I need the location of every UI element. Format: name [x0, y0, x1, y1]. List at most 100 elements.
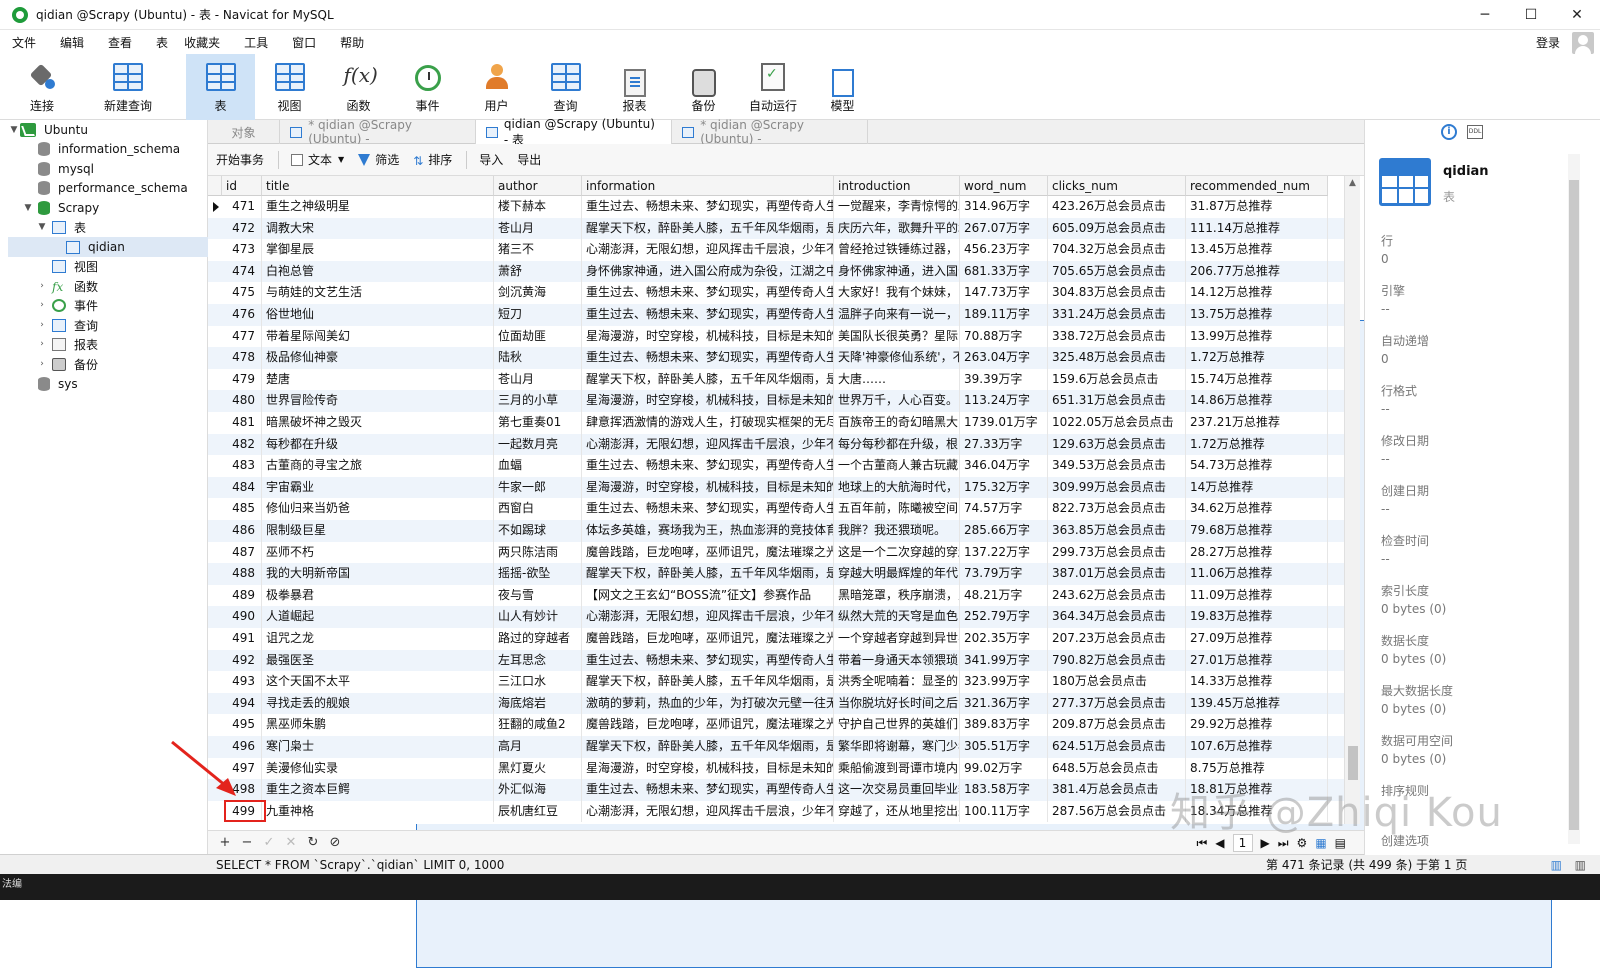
cell-clicks-num[interactable]: 822.73万总会员点击 — [1048, 498, 1186, 520]
last-page-icon[interactable]: ⏭ — [1278, 836, 1289, 851]
tree-table-qidian[interactable]: qidian — [8, 237, 208, 257]
function-button[interactable]: f(x) 函数 — [324, 54, 393, 120]
cell-title[interactable]: 重生之神级明星 — [262, 196, 494, 218]
cell-clicks-num[interactable]: 624.51万总会员点击 — [1048, 736, 1186, 758]
cell-information[interactable]: 【网文之王玄幻“BOSS流”征文】参赛作品 — [582, 584, 834, 607]
report-button[interactable]: 报表 — [600, 54, 669, 120]
cell-introduction[interactable]: 五百年前，陈曦被空间 — [834, 498, 960, 520]
menu-table[interactable]: 表 — [144, 34, 172, 51]
cell-author[interactable]: 陆秋 — [494, 347, 582, 369]
cell-information[interactable]: 魔兽践踏，巨龙咆哮，巫师诅咒，魔法璀璨之光 — [582, 541, 834, 564]
sort-button[interactable]: ⇅ 排序 — [413, 151, 452, 168]
cell-information[interactable]: 重生过去、畅想未来、梦幻现实，再塑传奇人生 — [582, 779, 834, 801]
cell-clicks-num[interactable]: 331.24万总会员点击 — [1048, 304, 1186, 326]
cell-introduction[interactable]: 百族帝王的奇幻暗黑大 — [834, 412, 960, 434]
prev-page-icon[interactable]: ◀ — [1215, 836, 1224, 850]
cell-recommended-num[interactable]: 29.92万总推荐 — [1186, 714, 1328, 736]
cell-clicks-num[interactable]: 304.83万总会员点击 — [1048, 282, 1186, 304]
table-row[interactable]: 472 调教大宋 苍山月 醒掌天下权，醉卧美人膝，五千年风华烟雨，是 庆历六年，歌舞升平… — [208, 217, 1344, 240]
add-record-button[interactable]: + — [214, 835, 236, 850]
cell-recommended-num[interactable]: 15.74万总推荐 — [1186, 368, 1328, 391]
cell-id[interactable]: 488 — [222, 563, 262, 585]
cell-word-num[interactable]: 183.58万字 — [960, 779, 1048, 801]
tree-functions[interactable]: › fx 函数 — [36, 276, 98, 296]
info-icon[interactable]: i — [1441, 124, 1457, 140]
tree-views[interactable]: 视图 — [52, 256, 98, 276]
table-row[interactable]: 492 最强医圣 左耳思念 重生过去、畅想未来、梦幻现实，再塑传奇人生 带着一身通天本领… — [208, 649, 1344, 672]
cell-clicks-num[interactable]: 129.63万总会员点击 — [1048, 433, 1186, 456]
cell-id[interactable]: 483 — [222, 455, 262, 477]
event-button[interactable]: 事件 — [393, 54, 462, 120]
cell-clicks-num[interactable]: 704.32万总会员点击 — [1048, 239, 1186, 261]
table-row[interactable]: 497 美漫修仙实录 黑灯夏火 星海漫游，时空穿梭，机械科技，目标是未知的 乘船偷渡到哥… — [208, 757, 1344, 780]
cell-title[interactable]: 极品修仙神豪 — [262, 347, 494, 369]
cell-title[interactable]: 黑巫师朱鹏 — [262, 714, 494, 736]
cell-author[interactable]: 苍山月 — [494, 368, 582, 391]
scrollbar-thumb[interactable] — [1569, 180, 1579, 830]
column-header-clicks-num[interactable]: clicks_num — [1048, 176, 1186, 196]
cell-introduction[interactable]: 带着一身通天本领猥琐的 — [834, 649, 960, 672]
cell-clicks-num[interactable]: 309.99万总会员点击 — [1048, 476, 1186, 499]
cell-recommended-num[interactable]: 28.27万总推荐 — [1186, 541, 1328, 564]
cell-recommended-num[interactable]: 111.14万总推荐 — [1186, 217, 1328, 240]
cell-word-num[interactable]: 252.79万字 — [960, 606, 1048, 628]
cell-information[interactable]: 醒掌天下权，醉卧美人膝，五千年风华烟雨，是 — [582, 563, 834, 585]
expand-icon[interactable]: › — [36, 320, 48, 330]
tree-db-performance-schema[interactable]: performance_schema — [38, 178, 188, 198]
cell-recommended-num[interactable]: 139.45万总推荐 — [1186, 692, 1328, 715]
menu-help[interactable]: 帮助 — [328, 34, 376, 51]
cell-word-num[interactable]: 1739.01万字 — [960, 412, 1048, 434]
cell-information[interactable]: 重生过去、畅想未来、梦幻现实，再塑传奇人生 — [582, 196, 834, 218]
cell-author[interactable]: 楼下赫本 — [494, 196, 582, 218]
cell-author[interactable]: 萧舒 — [494, 260, 582, 283]
cell-author[interactable]: 位面劫匪 — [494, 325, 582, 348]
cell-id[interactable]: 477 — [222, 325, 262, 348]
cell-author[interactable]: 辰机唐红豆 — [494, 800, 582, 823]
avatar[interactable] — [1572, 32, 1594, 54]
cell-recommended-num[interactable]: 8.75万总推荐 — [1186, 757, 1328, 780]
tab-qidian-table[interactable]: qidian @Scrapy (Ubuntu) - 表 — [476, 117, 672, 147]
cell-id[interactable]: 486 — [222, 520, 262, 542]
cell-recommended-num[interactable]: 14万总推荐 — [1186, 476, 1328, 499]
cell-information[interactable]: 醒掌天下权，醉卧美人膝，五千年风华烟雨，是 — [582, 368, 834, 391]
column-header-introduction[interactable]: introduction — [834, 176, 960, 196]
cell-recommended-num[interactable]: 13.45万总推荐 — [1186, 239, 1328, 261]
cell-information[interactable]: 星海漫游，时空穿梭，机械科技，目标是未知的 — [582, 757, 834, 780]
tab-qidian-design-1[interactable]: * qidian @Scrapy (Ubuntu) - — [280, 118, 476, 146]
cell-word-num[interactable]: 73.79万字 — [960, 563, 1048, 585]
cell-word-num[interactable]: 314.96万字 — [960, 196, 1048, 218]
collapse-icon[interactable]: ▼ — [36, 222, 48, 232]
cell-clicks-num[interactable]: 207.23万总会员点击 — [1048, 628, 1186, 650]
cell-id[interactable]: 478 — [222, 347, 262, 369]
tree-db-sys[interactable]: sys — [38, 374, 78, 394]
cell-clicks-num[interactable]: 364.34万总会员点击 — [1048, 606, 1186, 628]
cell-information[interactable]: 心潮澎湃，无限幻想，迎风挥击千层浪，少年不 — [582, 433, 834, 456]
cell-recommended-num[interactable]: 13.99万总推荐 — [1186, 325, 1328, 348]
cell-introduction[interactable]: 黑暗笼罩，秩序崩溃，人 — [834, 584, 960, 607]
cell-recommended-num[interactable]: 19.83万总推荐 — [1186, 606, 1328, 628]
cell-title[interactable]: 白袍总管 — [262, 260, 494, 283]
menu-window[interactable]: 窗口 — [280, 34, 328, 51]
cell-title[interactable]: 古董商的寻宝之旅 — [262, 455, 494, 477]
tree-events[interactable]: › 事件 — [36, 295, 98, 315]
cell-author[interactable]: 摇摇-欲坠 — [494, 563, 582, 585]
cell-introduction[interactable]: 温胖子向来有一说一， — [834, 304, 960, 326]
cell-author[interactable]: 三江口水 — [494, 671, 582, 693]
cell-introduction[interactable]: 当你脱坑好长时间之后， — [834, 692, 960, 715]
cell-recommended-num[interactable]: 34.62万总推荐 — [1186, 498, 1328, 520]
table-row[interactable]: 493 这个天国不太平 三江口水 醒掌天下权，醉卧美人膝，五千年风华烟雨，是 洪秀全呢喃… — [208, 671, 1344, 693]
tab-qidian-design-2[interactable]: * qidian @Scrapy (Ubuntu) - — [672, 118, 868, 146]
begin-transaction-button[interactable]: 开始事务 — [216, 151, 1552, 968]
cell-word-num[interactable]: 189.11万字 — [960, 304, 1048, 326]
table-row[interactable]: 499 九重神格 辰机唐红豆 心潮澎湃，无限幻想，迎风挥击千层浪，少年不 穿越了，还从地… — [208, 800, 1344, 823]
cell-author[interactable]: 牛家一郎 — [494, 476, 582, 499]
cell-id[interactable]: 487 — [222, 541, 262, 564]
minimize-button[interactable]: ─ — [1462, 0, 1508, 30]
expand-icon[interactable]: › — [36, 339, 48, 349]
cell-recommended-num[interactable]: 13.75万总推荐 — [1186, 304, 1328, 326]
cell-information[interactable]: 星海漫游，时空穿梭，机械科技，目标是未知的 — [582, 476, 834, 499]
cell-title[interactable]: 修仙归来当奶爸 — [262, 498, 494, 520]
cell-author[interactable]: 夜与雪 — [494, 584, 582, 607]
view-button[interactable]: 视图 — [255, 54, 324, 120]
cell-id[interactable]: 480 — [222, 390, 262, 412]
